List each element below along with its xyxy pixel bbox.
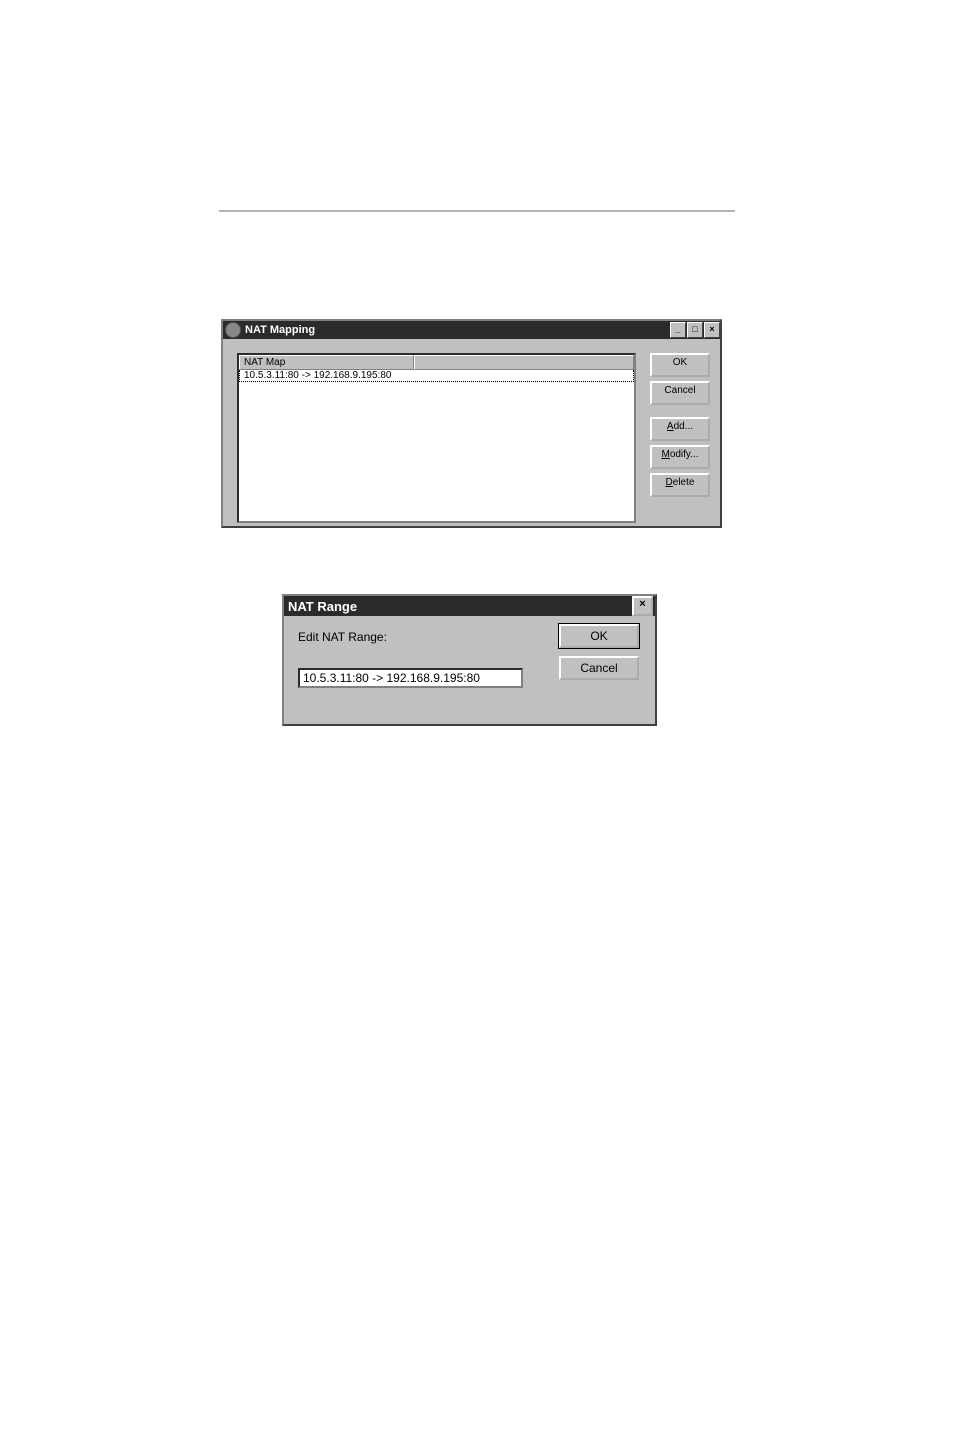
column-header-empty[interactable] [414, 355, 634, 370]
maximize-icon[interactable]: □ [687, 322, 703, 338]
globe-icon [225, 322, 241, 338]
nat-mapping-dialog: NAT Mapping _ □ × NAT Map 10.5.3.11:80 -… [221, 319, 722, 528]
cancel-button[interactable]: Cancel [559, 656, 639, 680]
nat-map-list[interactable]: NAT Map 10.5.3.11:80 -> 192.168.9.195:80 [237, 353, 636, 523]
close-icon[interactable]: × [704, 322, 720, 338]
modify-button[interactable]: Modify... [650, 445, 710, 469]
titlebar[interactable]: NAT Range × [284, 596, 655, 616]
delete-button[interactable]: Delete [650, 473, 710, 497]
ok-button[interactable]: OK [559, 624, 639, 648]
nat-range-input[interactable] [298, 668, 523, 688]
close-icon[interactable]: × [632, 596, 653, 616]
add-button[interactable]: Add... [650, 417, 710, 441]
page-divider [219, 210, 735, 212]
window-title: NAT Mapping [245, 324, 315, 336]
titlebar[interactable]: NAT Mapping _ □ × [223, 321, 720, 339]
column-header-natmap[interactable]: NAT Map [239, 355, 414, 370]
nat-range-dialog: NAT Range × Edit NAT Range: OK Cancel [282, 594, 657, 726]
list-item[interactable]: 10.5.3.11:80 -> 192.168.9.195:80 [239, 370, 634, 382]
cancel-button[interactable]: Cancel [650, 381, 710, 405]
window-title: NAT Range [288, 599, 357, 614]
ok-button[interactable]: OK [650, 353, 710, 377]
minimize-icon[interactable]: _ [670, 322, 686, 338]
